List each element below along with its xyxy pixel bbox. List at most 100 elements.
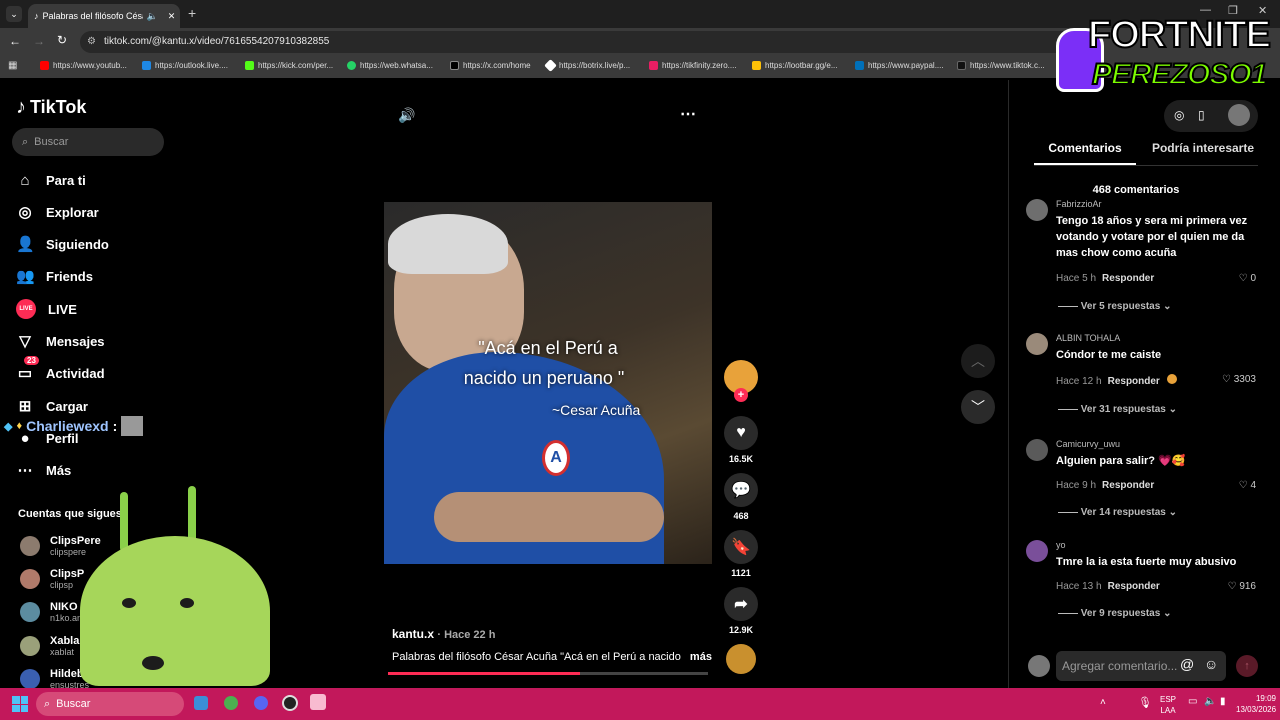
following-item[interactable]: Xabla xablat [20, 635, 79, 657]
bookmark-tikfinity[interactable]: https://tikfinity.zero.... [649, 61, 737, 70]
video-author[interactable]: kantu.x · Hace 22 h [392, 627, 495, 641]
comment-user[interactable]: Camicurvy_uwu [1056, 439, 1120, 449]
nav-mas[interactable]: ⋯ Más [16, 460, 72, 480]
comment-like[interactable]: ♡ 0 [1239, 273, 1256, 284]
network-icon[interactable]: ▭ [1188, 696, 1197, 707]
avatar[interactable] [1026, 439, 1048, 461]
volume-icon[interactable]: 🔈 [1204, 696, 1216, 707]
forward-icon[interactable]: → [33, 34, 45, 48]
video-player[interactable]: A "Acá en el Perú a nacido un peruano " … [384, 202, 712, 564]
avatar[interactable] [1026, 333, 1048, 355]
share-button[interactable]: ➦ 12.9K [724, 587, 758, 635]
search-icon: ⌕ [44, 697, 51, 710]
clock[interactable]: 19:09 13/03/2026 [1236, 693, 1276, 715]
comment-like[interactable]: ♡ 916 [1228, 581, 1256, 592]
heart-outline-icon: ♡ [1238, 273, 1248, 284]
save-button[interactable]: 🔖 1121 [724, 530, 758, 578]
avatar[interactable] [1026, 540, 1048, 562]
more-link[interactable]: más [690, 651, 712, 663]
user-avatar[interactable] [1228, 104, 1250, 126]
comment-like[interactable]: ♡ 3303 [1222, 374, 1256, 385]
site-info-icon[interactable]: ⚙ [87, 31, 96, 53]
bookmark-youtube[interactable]: https://www.youtub... [40, 61, 127, 70]
music-disc-icon[interactable] [726, 644, 756, 674]
nav-friends[interactable]: 👥 Friends [16, 266, 93, 286]
bookmark-tiktok[interactable]: https://www.tiktok.c... [957, 61, 1045, 70]
comment-user[interactable]: FabrizzioAr [1056, 199, 1102, 209]
volume-icon[interactable]: 🔊 [398, 107, 415, 124]
bookmark-botrix[interactable]: https://botrix.live/p... [544, 59, 630, 72]
nav-para-ti[interactable]: ⌂ Para ti [16, 170, 85, 190]
battery-icon[interactable]: ▮ [1220, 696, 1226, 707]
progress-track[interactable] [388, 672, 708, 675]
comment-input[interactable]: Agregar comentario... [1056, 651, 1226, 681]
back-icon[interactable]: ← [9, 34, 21, 48]
more-options-icon[interactable]: ⋯ [680, 104, 696, 124]
url-field[interactable]: ⚙ tiktok.com/@kantu.x/video/761655420791… [80, 31, 1080, 53]
nav-live[interactable]: LIVE LIVE [16, 299, 77, 319]
taskbar-search[interactable]: ⌕ Buscar [36, 692, 184, 716]
reply-button[interactable]: Responder [1108, 376, 1160, 387]
browser-tab[interactable]: ♪ Palabras del filósofo César A... 🔈 ✕ [28, 4, 180, 28]
reply-button[interactable]: Responder [1102, 273, 1154, 284]
apps-icon[interactable]: ▦ [8, 60, 17, 71]
tab-search-button[interactable]: ⌄ [6, 6, 22, 22]
nav-explorar[interactable]: ◎ Explorar [16, 202, 98, 222]
heart-outline-icon: ♡ [1222, 374, 1231, 385]
nav-mensajes[interactable]: ▽ Mensajes [16, 331, 104, 351]
nav-cargar[interactable]: ⊞ Cargar [16, 396, 88, 416]
phone-icon[interactable]: ▯ [1198, 108, 1205, 122]
nav-siguiendo[interactable]: 👤 Siguiendo [16, 234, 109, 254]
search-box[interactable]: ⌕ Buscar [12, 128, 164, 156]
reply-button[interactable]: Responder [1102, 480, 1154, 491]
bookmark-kick[interactable]: https://kick.com/per... [245, 61, 333, 70]
windows-start-icon[interactable] [12, 696, 28, 712]
send-comment-button[interactable]: ↑ [1236, 655, 1258, 677]
reply-button[interactable]: Responder [1108, 581, 1160, 592]
like-button[interactable]: ♥ 16.5K [724, 416, 758, 464]
taskbar-search-text: Buscar [56, 698, 91, 710]
bookmark-x[interactable]: https://x.com/home [450, 61, 531, 70]
view-replies[interactable]: —— Ver 14 respuestas ⌄ [1058, 507, 1177, 518]
tiktok-logo[interactable]: ♪ TikTok [16, 96, 86, 119]
following-item[interactable]: NIKO n1ko.an [20, 601, 82, 623]
close-tab-icon[interactable]: ✕ [168, 11, 176, 22]
avatar[interactable] [1026, 199, 1048, 221]
comment-user[interactable]: ALBIN TOHALA [1056, 333, 1120, 343]
view-replies[interactable]: —— Ver 31 respuestas ⌄ [1058, 404, 1177, 415]
taskbar-app-icon[interactable] [310, 694, 326, 710]
progress-fill [388, 672, 580, 675]
previous-video-button[interactable]: ︿ [961, 344, 995, 378]
following-item[interactable]: ClipsP clipsp [20, 568, 84, 590]
tab-podria-interesarte[interactable]: Podría interesarte [1146, 141, 1260, 165]
taskbar-app-icon[interactable] [194, 696, 208, 710]
taskbar-app-icon[interactable] [254, 696, 268, 710]
chrome-icon[interactable] [224, 696, 238, 710]
comment-like[interactable]: ♡ 4 [1239, 480, 1256, 491]
bookmark-whatsapp[interactable]: https://web.whatsa... [347, 61, 433, 70]
mention-icon[interactable]: @ [1180, 656, 1194, 672]
bookmark-outlook[interactable]: https://outlook.live.... [142, 61, 228, 70]
view-replies[interactable]: —— Ver 5 respuestas ⌄ [1058, 301, 1171, 312]
bookmark-lootbar[interactable]: https://lootbar.gg/e... [752, 61, 838, 70]
reload-icon[interactable]: ↻ [57, 33, 67, 47]
comment-user[interactable]: yo [1056, 540, 1066, 550]
next-video-button[interactable]: ﹀ [961, 390, 995, 424]
new-tab-button[interactable]: + [188, 5, 196, 21]
comment-time: Hace 9 h [1056, 480, 1097, 491]
view-replies[interactable]: —— Ver 9 respuestas ⌄ [1058, 608, 1171, 619]
comment-meta: Hace 5 h Responder [1056, 273, 1154, 284]
tray-chevron-icon[interactable]: ˄ [1100, 697, 1106, 708]
comment-button[interactable]: 💬 468 [724, 473, 758, 521]
compass-icon[interactable]: ◎ [1174, 108, 1184, 122]
microphone-icon[interactable]: 🎙 [1138, 696, 1152, 709]
follow-plus-icon[interactable]: + [734, 388, 748, 402]
obs-icon[interactable] [282, 695, 298, 711]
language-indicator[interactable]: ESP LAA [1160, 694, 1176, 716]
emoji-icon[interactable]: ☺ [1204, 656, 1218, 672]
bookmark-paypal[interactable]: https://www.paypal.... [855, 61, 944, 70]
tab-comentarios[interactable]: Comentarios [1034, 141, 1136, 165]
send-icon: ▽ [19, 333, 31, 350]
nav-actividad[interactable]: ▭ 23 Actividad [16, 356, 105, 383]
comment-meta: Hace 9 h Responder [1056, 480, 1154, 491]
